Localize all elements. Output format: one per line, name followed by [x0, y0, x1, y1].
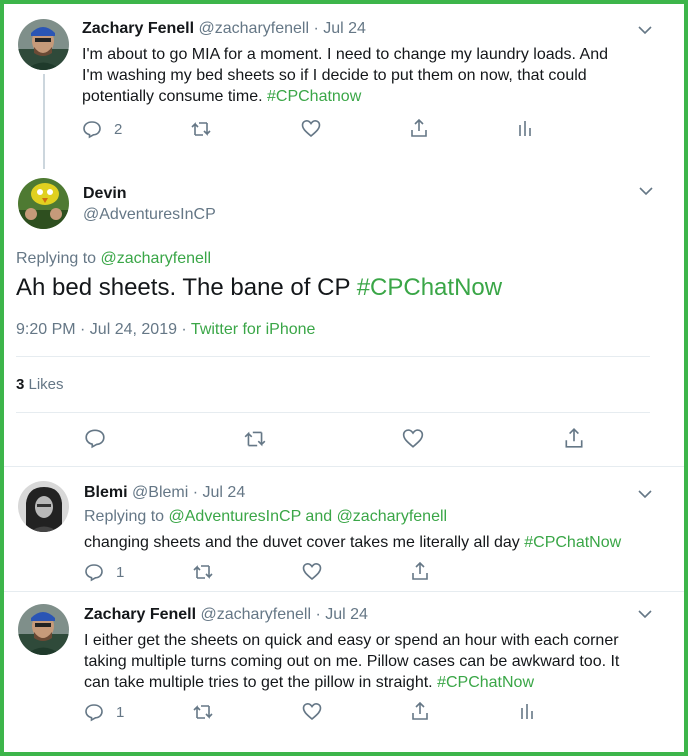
reply-button[interactable]: 1 [84, 562, 124, 582]
retweet-icon [193, 705, 213, 719]
retweet-icon [244, 431, 266, 447]
chevron-down-icon[interactable] [636, 608, 654, 620]
avatar[interactable] [18, 178, 69, 229]
heart-icon [302, 702, 322, 721]
share-button[interactable] [410, 561, 430, 581]
retweet-button[interactable] [243, 429, 267, 449]
handle[interactable]: @Blemi [132, 484, 188, 501]
date[interactable]: Jul 24 [325, 606, 368, 623]
share-button[interactable] [563, 427, 585, 449]
reply-button[interactable]: 2 [82, 119, 122, 139]
analytics-icon [521, 704, 533, 719]
avatar[interactable] [18, 604, 69, 655]
date[interactable]: Jul 24 [323, 20, 366, 37]
avatar[interactable] [18, 481, 69, 532]
reply-button[interactable] [84, 427, 106, 449]
retweet-button[interactable] [190, 120, 212, 138]
handle[interactable]: @AdventuresInCP [83, 206, 216, 224]
tweet-text: changing sheets and the duvet cover take… [84, 534, 622, 551]
like-button[interactable] [302, 702, 322, 721]
share-icon [565, 428, 583, 448]
tweet-text: I either get the sheets on quick and eas… [84, 632, 620, 691]
display-name[interactable]: Zachary Fenell [84, 606, 196, 623]
main-tweet-text: Ah bed sheets. The bane of CP #CPChatNow [16, 274, 503, 301]
divider [4, 466, 684, 467]
retweet-button[interactable] [192, 563, 214, 581]
tweet-metadata: 9:20 PM · Jul 24, 2019 · Twitter for iPh… [16, 321, 315, 339]
share-icon [412, 561, 428, 580]
reply-icon [85, 429, 105, 449]
tweet-header: Blemi @Blemi · Jul 24 [84, 484, 245, 502]
display-name[interactable]: Zachary Fenell [82, 20, 194, 37]
retweet-icon [191, 122, 211, 136]
share-button[interactable] [409, 118, 429, 138]
analytics-button[interactable] [519, 702, 535, 720]
reply-button[interactable]: 1 [84, 702, 124, 722]
divider [4, 591, 684, 592]
chevron-down-icon[interactable] [637, 185, 655, 197]
like-button[interactable] [402, 428, 424, 449]
reply-count: 1 [116, 703, 125, 721]
tweet-thread-frame: Zachary Fenell @zacharyfenell · Jul 24 I… [0, 0, 688, 756]
likes-label: Likes [24, 376, 64, 393]
tweet-header: Zachary Fenell @zacharyfenell · Jul 24 [82, 20, 366, 38]
reply-icon [85, 564, 103, 582]
separator: · [315, 606, 321, 623]
share-button[interactable] [410, 701, 430, 721]
reply-icon [83, 121, 101, 139]
hashtag-link[interactable]: #CPChatNow [437, 674, 534, 691]
replying-to: Replying to @zacharyfenell [16, 250, 212, 267]
hashtag-link[interactable]: #CPChatnow [267, 88, 361, 105]
divider [16, 412, 650, 413]
retweet-icon [193, 565, 213, 579]
share-icon [412, 701, 428, 720]
separator: · [192, 484, 199, 501]
source-link[interactable]: Twitter for iPhone [191, 321, 316, 338]
mention-link[interactable]: @zacharyfenell [337, 508, 448, 525]
retweet-button[interactable] [192, 703, 214, 721]
reply-icon [85, 704, 103, 722]
thread-line [43, 74, 45, 169]
like-button[interactable] [301, 119, 321, 138]
handle[interactable]: @zacharyfenell [201, 606, 312, 623]
mention-link[interactable]: @zacharyfenell [101, 250, 212, 267]
likes-stat[interactable]: 3 Likes [16, 376, 64, 393]
mention-link[interactable]: @AdventuresInCP [169, 508, 301, 525]
reply-count: 1 [116, 563, 125, 581]
tweet-text: I'm about to go MIA for a moment. I need… [82, 46, 609, 105]
like-button[interactable] [302, 562, 322, 581]
replying-to: Replying to @AdventuresInCP and @zachary… [84, 508, 448, 525]
display-name[interactable]: Devin [83, 185, 127, 203]
heart-icon [402, 429, 424, 448]
tweet-header: Zachary Fenell @zacharyfenell · Jul 24 [84, 606, 368, 624]
divider [16, 356, 650, 357]
analytics-button[interactable] [517, 119, 533, 137]
handle[interactable]: @zacharyfenell [199, 20, 310, 37]
chevron-down-icon[interactable] [636, 24, 654, 36]
analytics-icon [519, 121, 531, 136]
heart-icon [302, 562, 322, 581]
heart-icon [301, 119, 321, 138]
separator: · [313, 20, 319, 37]
chevron-down-icon[interactable] [636, 488, 654, 500]
display-name[interactable]: Blemi [84, 484, 128, 501]
avatar[interactable] [18, 19, 69, 70]
reply-count: 2 [114, 120, 123, 138]
hashtag-link[interactable]: #CPChatNow [357, 274, 502, 301]
date[interactable]: Jul 24 [203, 484, 246, 501]
timestamp[interactable]: 9:20 PM · Jul 24, 2019 · [16, 321, 191, 338]
hashtag-link[interactable]: #CPChatNow [524, 534, 621, 551]
share-icon [411, 118, 427, 137]
